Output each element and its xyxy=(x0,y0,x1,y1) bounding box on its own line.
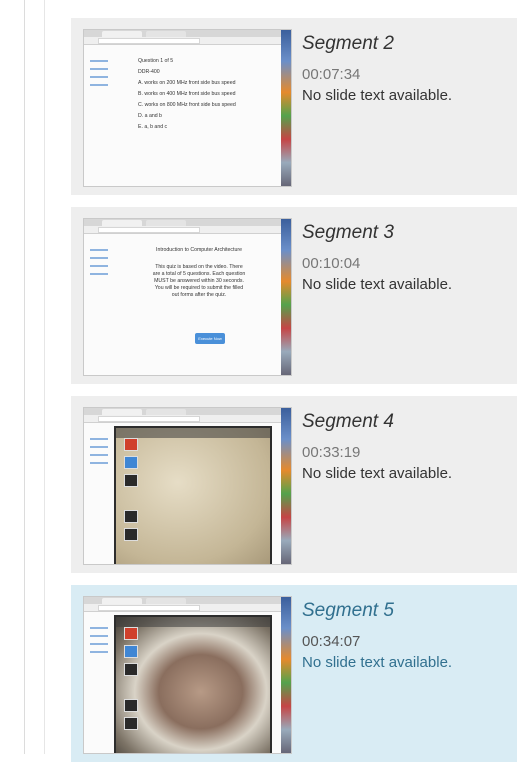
segment-item[interactable]: Question 1 of 5 DDR-400 A. works on 200 … xyxy=(71,18,517,195)
camera-toolbar xyxy=(116,617,270,627)
segment-timestamp: 00:33:19 xyxy=(302,444,361,461)
zoom-icon xyxy=(124,510,138,523)
play-icon xyxy=(124,717,138,730)
thumbnail-line: E. a, b and c xyxy=(138,124,168,130)
thumbnail-line: B. works on 400 MHz front side bus speed xyxy=(138,91,236,97)
browser-url-field xyxy=(98,605,200,611)
segment-item[interactable]: Introduction to Computer Architecture Th… xyxy=(71,207,517,384)
dock-strip xyxy=(281,30,291,186)
camera-toolbar xyxy=(116,428,270,438)
segment-info: Segment 4 00:33:19 No slide text availab… xyxy=(302,411,512,483)
dock-strip xyxy=(281,597,291,753)
thumbnail-line: DDR-400 xyxy=(138,69,160,75)
segment-timestamp: 00:34:07 xyxy=(302,633,361,650)
segment-thumbnail[interactable]: Question 1 of 5 DDR-400 A. works on 200 … xyxy=(83,29,292,187)
camera-icon xyxy=(124,663,138,676)
camera-preview xyxy=(114,426,272,564)
segment-title[interactable]: Segment 3 xyxy=(302,222,512,244)
play-icon xyxy=(124,528,138,541)
thumbnail-line: Introduction to Computer Architecture xyxy=(156,247,242,253)
segment-title[interactable]: Segment 4 xyxy=(302,411,512,433)
segment-description: No slide text available. xyxy=(302,87,453,104)
record-icon xyxy=(124,438,138,451)
thumbnail-sidebar xyxy=(90,60,112,92)
browser-url-field xyxy=(98,416,200,422)
thumbnail-sidebar xyxy=(90,438,112,470)
thumbnail-line: D. a and b xyxy=(138,113,162,119)
segment-title[interactable]: Segment 5 xyxy=(302,600,512,622)
record-icon xyxy=(124,627,138,640)
camera-mode-icon xyxy=(124,456,138,469)
segment-thumbnail[interactable]: Introduction to Computer Architecture Th… xyxy=(83,218,292,376)
segment-thumbnail[interactable] xyxy=(83,596,292,754)
thumbnail-slide-text: Introduction to Computer Architecture Th… xyxy=(134,247,264,303)
thumbnail-slide-text: Question 1 of 5 DDR-400 A. works on 200 … xyxy=(138,58,258,135)
segment-thumbnail[interactable] xyxy=(83,407,292,565)
browser-url-field xyxy=(98,38,200,44)
segment-description: No slide text available. xyxy=(302,465,453,482)
panel-divider xyxy=(44,0,45,754)
segment-description: No slide text available. xyxy=(302,654,453,671)
segment-title[interactable]: Segment 2 xyxy=(302,33,512,55)
camera-mode-icon xyxy=(124,645,138,658)
segment-item[interactable]: Segment 4 00:33:19 No slide text availab… xyxy=(71,396,517,573)
segment-description: No slide text available. xyxy=(302,276,453,293)
thumbnail-sidebar xyxy=(90,249,112,281)
segment-list: Question 1 of 5 DDR-400 A. works on 200 … xyxy=(71,18,517,774)
thumbnail-line: A. works on 200 MHz front side bus speed xyxy=(138,80,236,86)
thumbnail-sidebar xyxy=(90,627,112,659)
browser-url-field xyxy=(98,227,200,233)
segment-info: Segment 2 00:07:34 No slide text availab… xyxy=(302,33,512,105)
thumbnail-start-button: Execute Now xyxy=(195,333,225,344)
segment-item-active[interactable]: Segment 5 00:34:07 No slide text availab… xyxy=(71,585,517,762)
thumbnail-line: Question 1 of 5 xyxy=(138,58,174,64)
segment-timestamp: 00:10:04 xyxy=(302,255,361,272)
camera-icon xyxy=(124,474,138,487)
camera-preview xyxy=(114,615,272,753)
segment-info: Segment 5 00:34:07 No slide text availab… xyxy=(302,600,512,672)
dock-strip xyxy=(281,408,291,564)
zoom-icon xyxy=(124,699,138,712)
segment-timestamp: 00:07:34 xyxy=(302,66,361,83)
dock-strip xyxy=(281,219,291,375)
thumbnail-line: C. works on 800 MHz front side bus speed xyxy=(138,102,236,108)
thumbnail-line: This quiz is based on the video. There a… xyxy=(152,264,246,298)
segment-info: Segment 3 00:10:04 No slide text availab… xyxy=(302,222,512,294)
